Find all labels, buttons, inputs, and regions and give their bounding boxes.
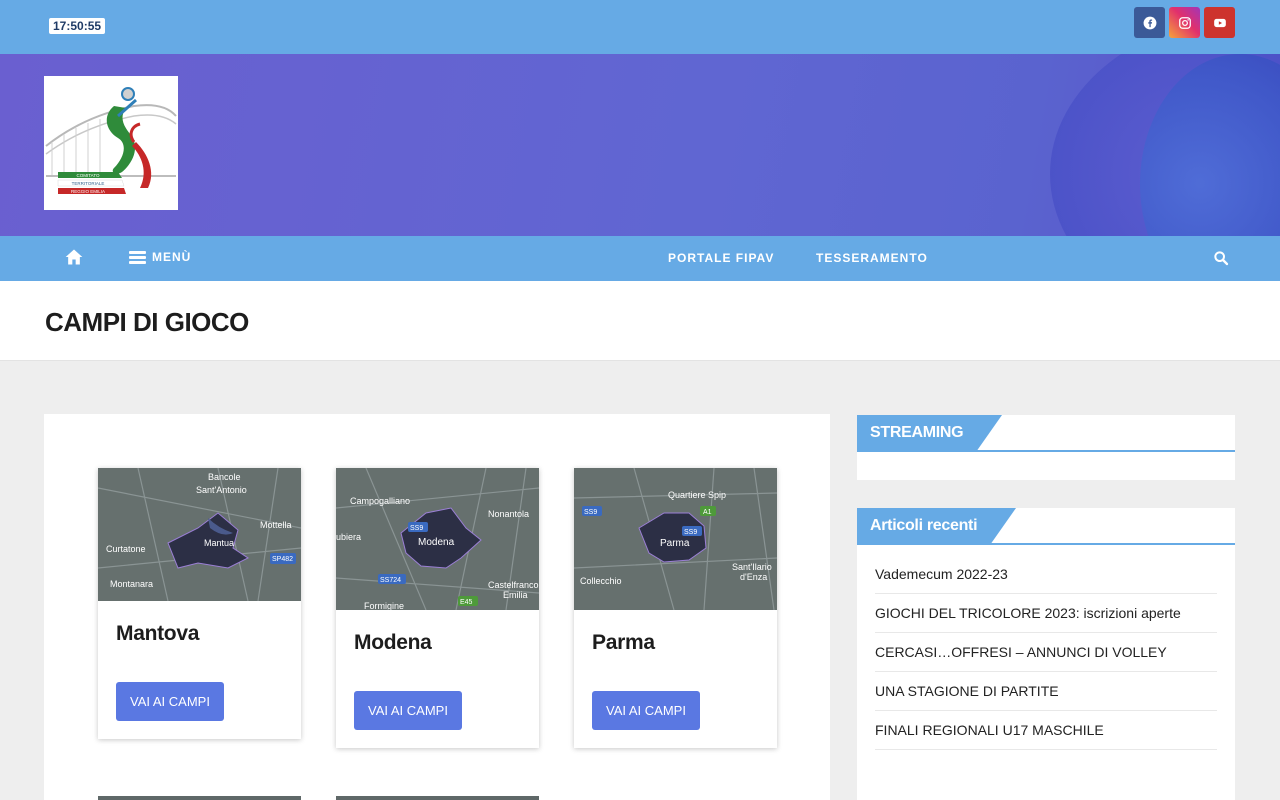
city-map[interactable]: Campogalliano Nonantola SS9 ubiera Moden… <box>336 468 539 610</box>
map-label: Parma <box>660 538 690 549</box>
instagram-icon <box>1178 16 1191 29</box>
home-link[interactable] <box>64 247 84 267</box>
map-label: Sant'Ilario <box>732 562 772 572</box>
map-label: SS9 <box>684 529 697 536</box>
recent-article-link[interactable]: Vademecum 2022-23 <box>875 560 1217 594</box>
recent-article-link[interactable]: CERCASI…OFFRESI – ANNUNCI DI VOLLEY <box>875 633 1217 672</box>
facebook-link[interactable] <box>1134 7 1165 38</box>
city-name: Modena <box>354 631 432 654</box>
recent-article-link[interactable]: FINALI REGIONALI U17 MASCHILE <box>875 711 1217 750</box>
map-label: A1 <box>703 509 712 516</box>
city-card-next[interactable] <box>336 796 539 800</box>
city-card-modena: Campogalliano Nonantola SS9 ubiera Moden… <box>336 468 539 748</box>
logo-text: TERRITORIALE <box>72 181 105 186</box>
map-label: Mantua <box>204 538 234 548</box>
youtube-icon <box>1213 18 1226 27</box>
recent-articles-list: Vademecum 2022-23 GIOCHI DEL TRICOLORE 2… <box>857 545 1235 750</box>
map-label: Collecchio <box>580 576 622 586</box>
map-label: SS9 <box>584 509 597 516</box>
youtube-link[interactable] <box>1204 7 1235 38</box>
widget-title: STREAMING <box>857 415 1003 452</box>
site-logo[interactable]: COMITATO TERRITORIALE REGGIO EMILIA <box>44 76 178 210</box>
map-label: Montanara <box>110 579 153 589</box>
vai-ai-campi-button[interactable]: VAI AI CAMPI <box>592 691 700 730</box>
nav-link-tesseramento[interactable]: TESSERAMENTO <box>816 251 928 265</box>
map-label: Sant'Antonio <box>196 485 247 495</box>
map-label: d'Enza <box>740 572 767 582</box>
vai-ai-campi-button[interactable]: VAI AI CAMPI <box>354 691 462 730</box>
city-name: Parma <box>592 631 655 654</box>
city-name: Mantova <box>116 622 200 645</box>
city-card-parma: Quartiere Spip SS9 A1 SS9 Parma Sant'Ila… <box>574 468 777 748</box>
logo-text: REGGIO EMILIA <box>71 189 105 194</box>
map-label: Quartiere Spip <box>668 490 726 500</box>
home-icon <box>65 249 83 265</box>
map-label: Bancole <box>208 472 241 482</box>
map-label: Nonantola <box>488 509 529 519</box>
map-label: Emilia <box>503 590 528 600</box>
widget-header: STREAMING <box>857 415 1235 452</box>
widget-header: Articoli recenti <box>857 508 1235 545</box>
logo-text: COMITATO <box>77 173 100 178</box>
map-label: Mottella <box>260 520 292 530</box>
map-label: Formigine <box>364 601 404 610</box>
vai-ai-campi-button[interactable]: VAI AI CAMPI <box>116 682 224 721</box>
map-label: ubiera <box>336 532 361 542</box>
main-nav: MENÙ PORTALE FIPAV TESSERAMENTO <box>0 236 1280 281</box>
nav-link-portale-fipav[interactable]: PORTALE FIPAV <box>668 251 774 265</box>
page-title-bar: CAMPI DI GIOCO <box>0 281 1280 361</box>
recent-article-link[interactable]: GIOCHI DEL TRICOLORE 2023: iscrizioni ap… <box>875 594 1217 633</box>
hamburger-icon <box>129 250 146 264</box>
search-icon <box>1214 251 1229 266</box>
clock: 17:50:55 <box>49 18 106 34</box>
instagram-link[interactable] <box>1169 7 1200 38</box>
map-label: SP482 <box>272 556 293 563</box>
recent-articles-widget: Articoli recenti Vademecum 2022-23 GIOCH… <box>857 508 1235 800</box>
map-label: SS724 <box>380 577 401 584</box>
city-map[interactable]: Bancole Sant'Antonio Mottella Curtatone … <box>98 468 301 601</box>
streaming-widget: STREAMING <box>857 415 1235 480</box>
map-label: E45 <box>460 599 473 606</box>
logo-image: COMITATO TERRITORIALE REGGIO EMILIA <box>45 87 177 194</box>
recent-article-link[interactable]: UNA STAGIONE DI PARTITE <box>875 672 1217 711</box>
city-card-next[interactable] <box>98 796 301 800</box>
menu-toggle[interactable]: MENÙ <box>129 250 191 264</box>
search-button[interactable] <box>1213 250 1229 266</box>
facebook-icon <box>1143 16 1156 29</box>
city-map[interactable]: Quartiere Spip SS9 A1 SS9 Parma Sant'Ila… <box>574 468 777 610</box>
map-label: Curtatone <box>106 544 146 554</box>
map-label: Castelfranco <box>488 580 539 590</box>
widget-title: Articoli recenti <box>857 508 1017 545</box>
map-label: Campogalliano <box>350 496 410 506</box>
site-header: COMITATO TERRITORIALE REGGIO EMILIA <box>0 54 1280 236</box>
page-title: CAMPI DI GIOCO <box>45 307 249 337</box>
top-bar: 17:50:55 <box>0 0 1280 54</box>
map-label: Modena <box>418 537 455 548</box>
map-label: SS9 <box>410 525 423 532</box>
menu-label: MENÙ <box>152 250 192 264</box>
city-card-mantova: Bancole Sant'Antonio Mottella Curtatone … <box>98 468 301 739</box>
